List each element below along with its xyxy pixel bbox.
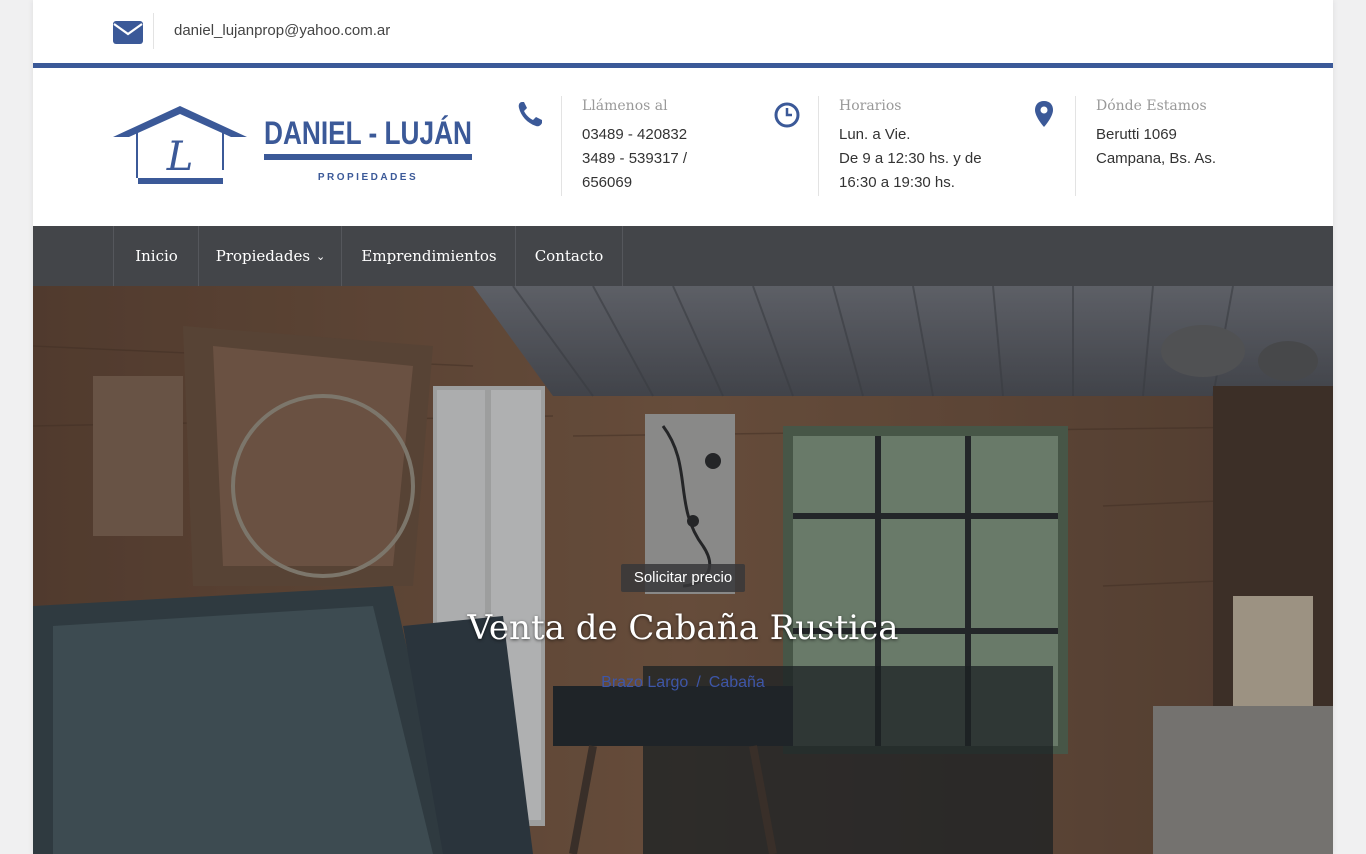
main-nav: Inicio Propiedades ⌄ Emprendimientos Cont… — [33, 226, 1333, 286]
info-title: Dónde Estamos — [1096, 98, 1207, 114]
divider — [153, 13, 154, 49]
nav-item-label: Propiedades — [215, 247, 311, 265]
breadcrumb-location-link[interactable]: Brazo Largo — [601, 674, 688, 691]
logo-tagline: PROPIEDADES — [318, 172, 418, 183]
breadcrumb: Brazo Largo / Cabaña — [33, 674, 1333, 692]
envelope-icon — [113, 21, 143, 44]
nav-item-label: Contacto — [534, 247, 604, 265]
logo-graphic: L DANIEL - LUJÁN PROPIEDADES — [113, 106, 472, 184]
phone-line[interactable]: 656069 — [582, 174, 632, 191]
address-line: Campana, Bs. As. — [1096, 150, 1217, 167]
breadcrumb-type-link[interactable]: Cabaña — [709, 674, 765, 691]
logo-monogram: L — [166, 134, 194, 180]
page: daniel_lujanprop@yahoo.com.ar L DANIEL -… — [33, 0, 1333, 854]
breadcrumb-separator: / — [696, 674, 701, 691]
info-title: Llámenos al — [582, 98, 668, 114]
nav-item-label: Emprendimientos — [361, 247, 497, 265]
contact-email-link[interactable]: daniel_lujanprop@yahoo.com.ar — [174, 22, 390, 39]
divider — [818, 96, 819, 196]
site-header: L DANIEL - LUJÁN PROPIEDADES Llámenos al… — [33, 68, 1333, 226]
phone-line[interactable]: 03489 - 420832 — [582, 126, 687, 143]
clock-icon — [774, 102, 800, 128]
logo-name: DANIEL - LUJÁN — [264, 115, 472, 151]
phone-line[interactable]: 3489 - 539317 / — [582, 150, 687, 167]
nav-item-inicio[interactable]: Inicio — [113, 226, 199, 286]
chevron-down-icon: ⌄ — [316, 250, 326, 263]
info-title: Horarios — [839, 98, 902, 114]
hours-line: 16:30 a 19:30 hs. — [839, 174, 955, 191]
divider — [561, 96, 562, 196]
nav-item-propiedades[interactable]: Propiedades ⌄ — [198, 226, 342, 286]
address-line: Berutti 1069 — [1096, 126, 1177, 143]
hero-banner: Solicitar precio Venta de Cabaña Rustica… — [33, 286, 1333, 854]
request-price-badge[interactable]: Solicitar precio — [621, 564, 745, 592]
hours-line: Lun. a Vie. — [839, 126, 911, 143]
nav-item-emprendimientos[interactable]: Emprendimientos — [341, 226, 516, 286]
phone-icon — [518, 102, 542, 127]
site-logo[interactable]: L DANIEL - LUJÁN PROPIEDADES — [113, 104, 475, 190]
nav-item-contacto[interactable]: Contacto — [515, 226, 623, 286]
nav-item-label: Inicio — [135, 247, 178, 265]
listing-title: Venta de Cabaña Rustica — [467, 608, 899, 648]
hours-line: De 9 a 12:30 hs. y de — [839, 150, 982, 167]
top-bar: daniel_lujanprop@yahoo.com.ar — [33, 0, 1333, 63]
divider — [1075, 96, 1076, 196]
map-marker-icon — [1035, 101, 1053, 127]
